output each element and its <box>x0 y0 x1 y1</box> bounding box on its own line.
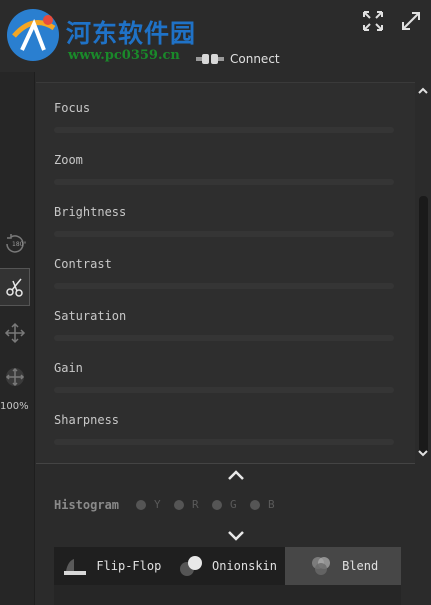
tab-flip-flop[interactable]: Flip-Flop <box>54 547 170 585</box>
watermark-logo-icon <box>7 9 59 61</box>
rotate-button[interactable]: 180° <box>0 228 30 258</box>
contrast-label: Contrast <box>54 257 112 271</box>
scissors-icon <box>5 278 23 297</box>
expand-arrows-icon[interactable] <box>362 10 384 32</box>
histogram-label: Histogram <box>54 498 120 512</box>
scrollbar-thumb[interactable] <box>419 196 428 454</box>
connect-label: Connect <box>230 52 280 66</box>
bottom-panel <box>54 585 401 605</box>
move-tool-button[interactable] <box>0 318 30 348</box>
scroll-down-icon[interactable] <box>416 446 430 460</box>
tab-blend[interactable]: Blend <box>285 547 402 585</box>
channel-r-dot <box>174 499 184 510</box>
tab-blend-label: Blend <box>342 559 379 573</box>
camera-controls-panel: Focus Zoom Brightness Contrast Saturatio… <box>36 82 415 464</box>
channel-g-label: G <box>230 498 237 511</box>
focus-label: Focus <box>54 101 91 115</box>
move-arrows-icon <box>4 322 26 344</box>
watermark-url: www.pc0359.cn <box>68 48 180 63</box>
scroll-up-icon[interactable] <box>416 84 430 98</box>
channel-b-dot <box>250 499 260 510</box>
channel-b-label: B <box>268 498 275 511</box>
brightness-slider[interactable] <box>54 231 394 237</box>
channel-y-dot <box>136 499 146 510</box>
channel-y-label: Y <box>154 498 161 511</box>
mode-tabbar: Flip-Flop Onionskin Blend <box>54 547 402 585</box>
chevron-down-icon[interactable] <box>227 529 245 543</box>
plug-icon <box>196 54 224 64</box>
channel-g-toggle[interactable]: G <box>212 498 237 511</box>
tab-onionskin[interactable]: Onionskin <box>170 547 286 585</box>
saturation-slider[interactable] <box>54 335 394 341</box>
cut-tool-button[interactable] <box>0 268 30 306</box>
diagonal-arrows-icon[interactable] <box>400 10 422 32</box>
gain-slider[interactable] <box>54 387 394 393</box>
focus-slider[interactable] <box>54 127 394 133</box>
channel-g-dot <box>212 499 222 510</box>
sharpness-slider[interactable] <box>54 439 394 445</box>
channel-b-toggle[interactable]: B <box>250 498 275 511</box>
onionskin-icon <box>179 556 202 576</box>
blend-icon <box>312 557 331 575</box>
channel-r-label: R <box>192 498 199 511</box>
brightness-label: Brightness <box>54 205 127 219</box>
contrast-slider[interactable] <box>54 283 394 289</box>
watermark-title: 河东软件园 <box>66 19 197 48</box>
flip-flop-icon <box>64 559 87 575</box>
rotate-180-icon: 180° <box>6 234 26 253</box>
zoom-level-label: 100% <box>0 401 29 412</box>
zoom-arrows-icon <box>5 367 25 387</box>
zoom-tool-button[interactable] <box>0 362 30 392</box>
tab-flip-flop-label: Flip-Flop <box>96 559 162 573</box>
tab-onionskin-label: Onionskin <box>211 559 278 573</box>
rotate-label: 180° <box>12 241 26 248</box>
connect-button[interactable]: Connect <box>196 50 280 68</box>
gain-label: Gain <box>54 361 83 375</box>
chevron-up-icon[interactable] <box>227 468 245 482</box>
saturation-label: Saturation <box>54 309 127 323</box>
channel-y-toggle[interactable]: Y <box>136 498 161 511</box>
channel-r-toggle[interactable]: R <box>174 498 199 511</box>
sharpness-label: Sharpness <box>54 413 120 427</box>
zoom-label: Zoom <box>54 153 83 167</box>
zoom-slider[interactable] <box>54 179 394 185</box>
